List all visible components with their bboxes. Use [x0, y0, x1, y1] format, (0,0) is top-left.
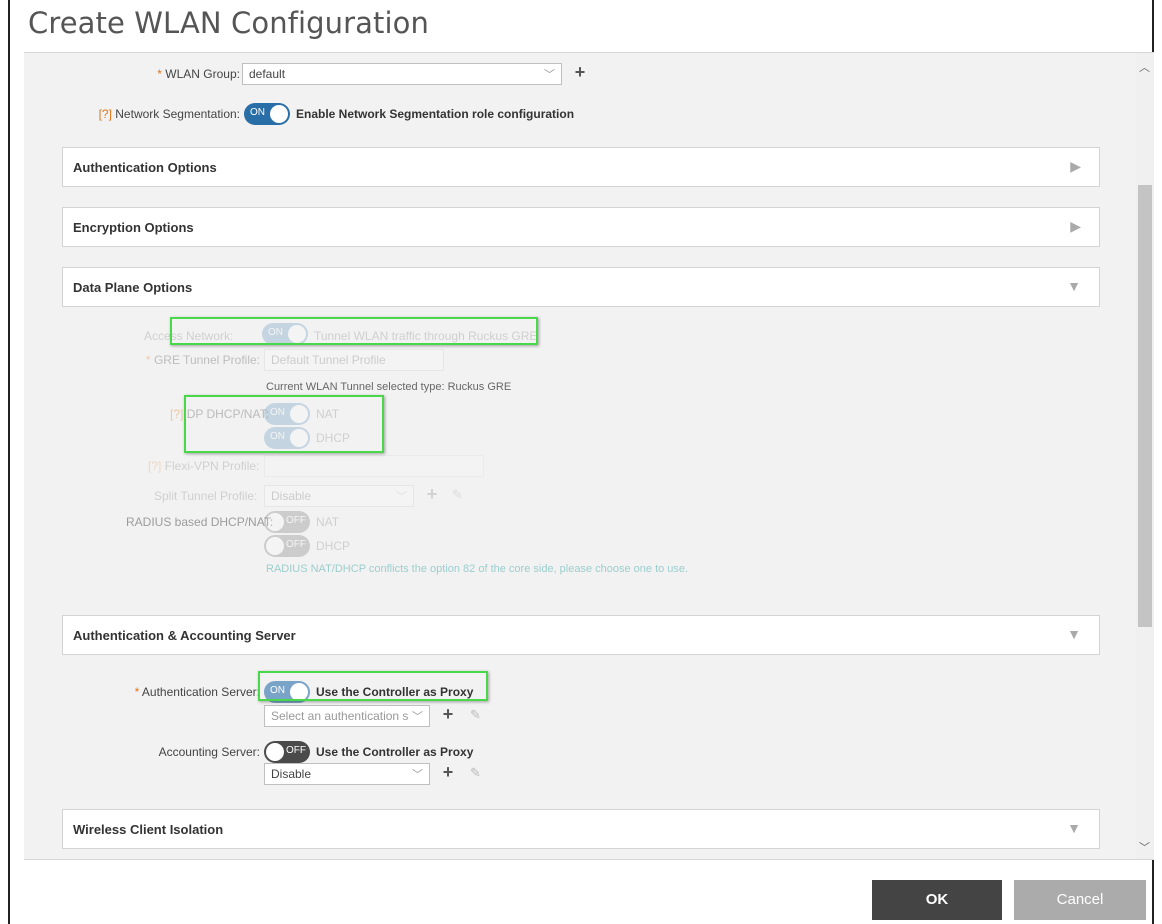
radius-dhcp-label: RADIUS based DHCP/NAT:: [126, 515, 274, 529]
form-scroll-area[interactable]: * WLAN Group: default ﹀ + [?] Network Se…: [24, 52, 1154, 860]
network-segmentation-toggle[interactable]: ON: [244, 103, 290, 125]
auth-server-select[interactable]: Select an authentication s ﹀: [264, 705, 430, 727]
radius-warning: RADIUS NAT/DHCP conflicts the option 82 …: [266, 563, 689, 575]
split-tunnel-label: Split Tunnel Profile:: [154, 489, 258, 503]
toggle-state: OFF: [286, 515, 306, 526]
section-authentication-options[interactable]: Authentication Options ▶: [62, 147, 1100, 187]
section-title: Authentication Options: [73, 160, 217, 175]
collapse-arrow-icon: ▼: [1067, 278, 1081, 294]
gre-tunnel-label-text: GRE Tunnel Profile:: [153, 353, 260, 367]
tunnel-type-note: Current WLAN Tunnel selected type: Rucku…: [266, 381, 512, 393]
wlan-group-label-text: WLAN Group:: [165, 67, 240, 81]
toggle-state: OFF: [286, 745, 306, 756]
wlan-group-select[interactable]: default ﹀: [242, 63, 562, 85]
toggle-knob: [270, 105, 288, 123]
toggle-knob: [266, 537, 284, 555]
gre-tunnel-select[interactable]: Default Tunnel Profile: [264, 349, 444, 371]
split-tunnel-select[interactable]: Disable ﹀: [264, 485, 414, 507]
ok-button[interactable]: OK: [872, 880, 1002, 920]
wlan-group-value: default: [249, 67, 286, 81]
auth-server-placeholder: Select an authentication s: [271, 709, 409, 723]
dialog-title: Create WLAN Configuration: [28, 6, 429, 40]
highlight-auth-server-proxy: [258, 671, 488, 701]
gre-tunnel-label: * GRE Tunnel Profile:: [146, 353, 260, 367]
acct-server-value: Disable: [271, 767, 312, 781]
section-title: Wireless Client Isolation: [73, 822, 224, 837]
radius-nat-text: NAT: [316, 515, 340, 529]
highlight-dp-dhcp-nat: [184, 395, 384, 453]
radius-nat-toggle[interactable]: OFF: [264, 511, 310, 533]
cancel-button[interactable]: Cancel: [1014, 880, 1146, 920]
chevron-down-icon: ﹀: [544, 69, 555, 81]
auth-server-label-text: Authentication Server:: [141, 685, 260, 699]
edit-pencil-icon[interactable]: ✎: [470, 765, 481, 781]
add-auth-server-icon[interactable]: +: [438, 705, 458, 725]
flexi-vpn-select[interactable]: [264, 455, 484, 477]
required-marker: *: [134, 685, 142, 699]
highlight-access-network: [170, 317, 538, 345]
edit-pencil-icon[interactable]: ✎: [470, 707, 481, 723]
scroll-up-icon[interactable]: ︿: [1139, 59, 1150, 75]
flexi-vpn-label: [?] Flexi-VPN Profile:: [148, 459, 259, 473]
auth-server-label: * Authentication Server:: [135, 685, 260, 699]
chevron-down-icon: ﹀: [412, 769, 423, 781]
edit-pencil-icon[interactable]: ✎: [452, 487, 463, 503]
network-segmentation-label-text: Network Segmentation:: [115, 107, 240, 121]
wlan-group-label: * WLAN Group:: [157, 67, 240, 81]
help-icon[interactable]: [?]: [148, 459, 161, 473]
help-icon[interactable]: [?]: [99, 107, 112, 121]
section-encryption-options[interactable]: Encryption Options ▶: [62, 207, 1100, 247]
section-title: Encryption Options: [73, 220, 194, 235]
gre-tunnel-value: Default Tunnel Profile: [271, 353, 386, 367]
toggle-knob: [266, 513, 284, 531]
add-acct-server-icon[interactable]: +: [438, 763, 458, 783]
toggle-state: OFF: [286, 539, 306, 550]
toggle-state: ON: [250, 107, 265, 118]
acct-server-label: Accounting Server:: [158, 745, 260, 759]
scrollbar-thumb[interactable]: [1138, 185, 1152, 627]
collapse-arrow-icon: ▼: [1067, 820, 1081, 836]
split-tunnel-value: Disable: [271, 489, 312, 503]
radius-dhcp-text: DHCP: [316, 539, 351, 553]
add-wlan-group-icon[interactable]: +: [570, 63, 590, 83]
acct-server-proxy-toggle[interactable]: OFF: [264, 741, 310, 763]
vertical-scrollbar[interactable]: ︿ ﹀: [1136, 53, 1154, 859]
add-split-tunnel-icon[interactable]: +: [422, 485, 442, 505]
chevron-down-icon: ﹀: [396, 491, 407, 503]
section-wireless-client-isolation[interactable]: Wireless Client Isolation ▼: [62, 809, 1100, 849]
chevron-down-icon: ﹀: [412, 711, 423, 723]
section-data-plane-options[interactable]: Data Plane Options ▼: [62, 267, 1100, 307]
section-title: Data Plane Options: [73, 280, 193, 295]
required-marker: *: [145, 353, 154, 367]
expand-arrow-icon: ▶: [1070, 158, 1081, 174]
toggle-knob: [266, 743, 284, 761]
scroll-down-icon[interactable]: ﹀: [1139, 839, 1150, 855]
acct-server-select[interactable]: Disable ﹀: [264, 763, 430, 785]
acct-server-proxy-text: Use the Controller as Proxy: [316, 745, 474, 759]
collapse-arrow-icon: ▼: [1067, 626, 1081, 642]
flexi-vpn-label-text: Flexi-VPN Profile:: [164, 459, 260, 473]
section-auth-accounting-server[interactable]: Authentication & Accounting Server ▼: [62, 615, 1100, 655]
expand-arrow-icon: ▶: [1070, 218, 1081, 234]
create-wlan-dialog: Create WLAN Configuration * WLAN Group: …: [8, 0, 1154, 924]
network-segmentation-label: [?] Network Segmentation:: [99, 107, 240, 121]
network-segmentation-text: Enable Network Segmentation role configu…: [296, 107, 575, 121]
radius-dhcp-toggle[interactable]: OFF: [264, 535, 310, 557]
section-title: Authentication & Accounting Server: [73, 628, 296, 643]
help-icon[interactable]: [?]: [170, 407, 183, 421]
